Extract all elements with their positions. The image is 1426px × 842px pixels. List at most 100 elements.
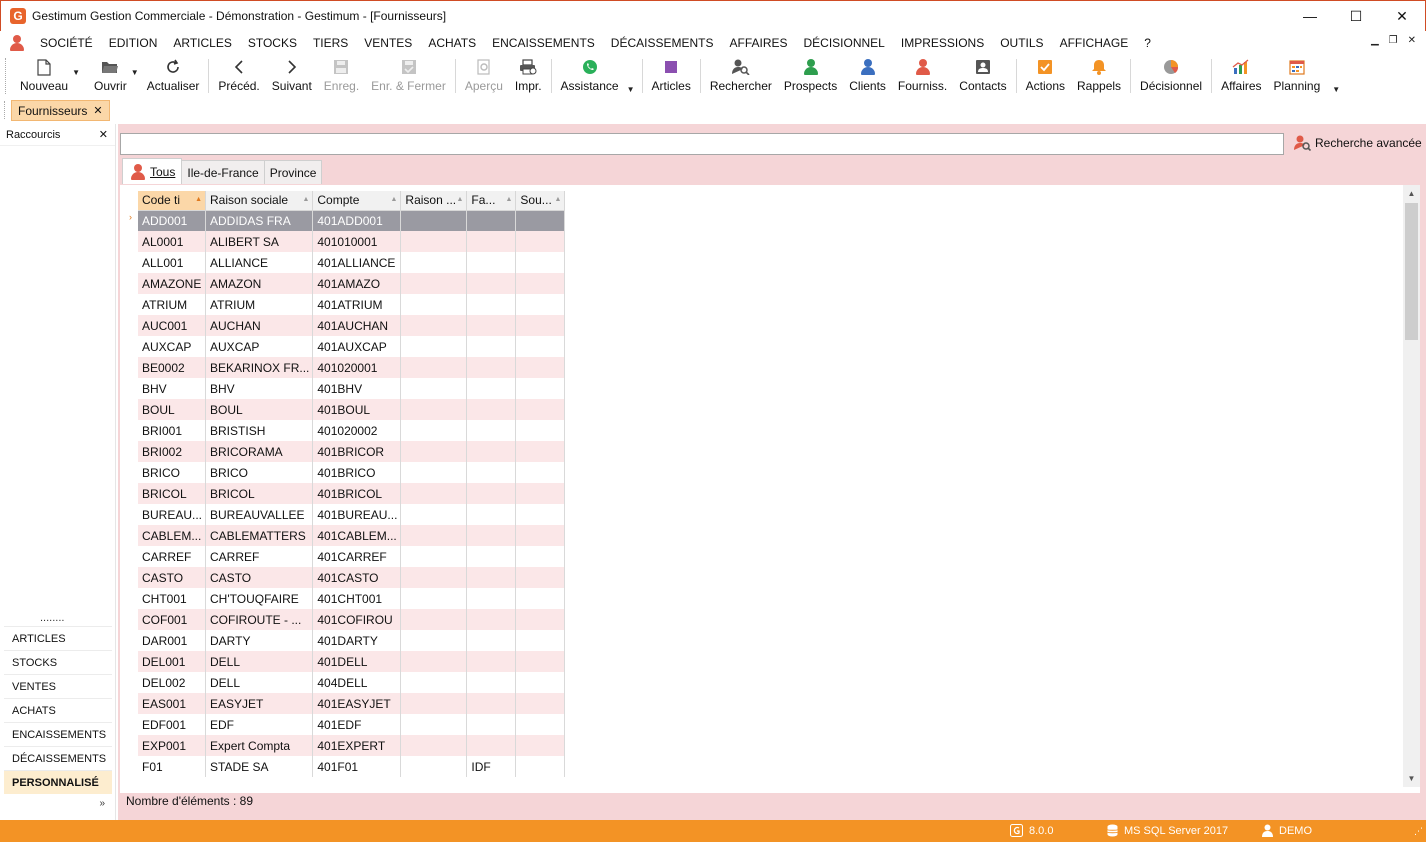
mdi-restore-button[interactable]: ❐ <box>1389 35 1398 46</box>
tab-ile-de-france[interactable]: Ile-de-France <box>181 160 265 184</box>
table-row[interactable]: AUC001 AUCHAN 401AUCHAN <box>138 315 566 336</box>
menu-decaissements[interactable]: DÉCAISSEMENTS <box>603 36 722 50</box>
table-row[interactable]: CABLEM... CABLEMATTERS 401CABLEM... <box>138 525 566 546</box>
assistance-button[interactable]: Assistance <box>555 55 625 95</box>
sidebar-expand-icon[interactable]: » <box>99 798 105 809</box>
table-row[interactable]: BE0002 BEKARINOX FR... 401020001 <box>138 357 566 378</box>
apercu-button[interactable]: Aperçu <box>459 55 509 95</box>
table-row[interactable]: EAS001 EASYJET 401EASYJET <box>138 693 566 714</box>
tab-tous[interactable]: Tous <box>122 158 183 184</box>
menu-ventes[interactable]: VENTES <box>356 36 420 50</box>
close-tab-icon[interactable]: ✕ <box>93 104 102 117</box>
fournisseurs-button[interactable]: Fourniss. <box>892 55 953 95</box>
table-row[interactable]: F01 STADE SA 401F01 IDF <box>138 756 566 777</box>
menu-decisionnel[interactable]: DÉCISIONNEL <box>796 36 893 50</box>
table-row[interactable]: CASTO CASTO 401CASTO <box>138 567 566 588</box>
ouvrir-button[interactable]: Ouvrir ▼ <box>88 55 139 95</box>
table-row[interactable]: DEL001 DELL 401DELL <box>138 651 566 672</box>
table-row[interactable]: ATRIUM ATRIUM 401ATRIUM <box>138 294 566 315</box>
prospects-button[interactable]: Prospects <box>778 55 843 95</box>
minimize-button[interactable]: — <box>1287 1 1333 31</box>
close-button[interactable]: ✕ <box>1379 1 1425 31</box>
column-header-raison-sociale[interactable]: Raison sociale ▲ <box>205 191 314 211</box>
decisionnel-button[interactable]: Décisionnel <box>1134 55 1208 95</box>
mdi-minimize-button[interactable]: ▁ <box>1371 35 1379 46</box>
sidebar-close-icon[interactable]: ✕ <box>99 128 108 141</box>
actions-button[interactable]: Actions <box>1020 55 1071 95</box>
enregistrer-fermer-button[interactable]: Enr. & Fermer <box>365 55 452 95</box>
toolbar-overflow-icon[interactable]: ▼ <box>627 85 635 94</box>
column-header-famille[interactable]: Fa... ▲ <box>466 191 517 211</box>
scroll-down-icon[interactable]: ▼ <box>1403 770 1420 787</box>
toolbar-grip[interactable] <box>5 58 10 94</box>
scroll-up-icon[interactable]: ▲ <box>1403 185 1420 202</box>
table-row[interactable]: ALL001 ALLIANCE 401ALLIANCE <box>138 252 566 273</box>
table-row[interactable]: BRICOL BRICOL 401BRICOL <box>138 483 566 504</box>
clients-button[interactable]: Clients <box>843 55 892 95</box>
suivant-button[interactable]: Suivant <box>266 55 318 95</box>
toolbar-overflow-icon[interactable]: ▼ <box>1332 85 1340 94</box>
sidebar-item-decaissements[interactable]: DÉCAISSEMENTS <box>4 746 112 770</box>
imprimer-button[interactable]: Impr. <box>509 55 548 95</box>
table-row[interactable]: EDF001 EDF 401EDF <box>138 714 566 735</box>
affaires-button[interactable]: Affaires <box>1215 55 1267 95</box>
column-header-compte[interactable]: Compte ▲ <box>312 191 402 211</box>
table-row[interactable]: CARREF CARREF 401CARREF <box>138 546 566 567</box>
tab-province[interactable]: Province <box>263 160 323 184</box>
maximize-button[interactable]: ☐ <box>1333 1 1379 31</box>
sidebar-item-articles[interactable]: ARTICLES <box>4 626 112 650</box>
table-row[interactable]: BRI001 BRISTISH 401020002 <box>138 420 566 441</box>
table-row[interactable]: BRI002 BRICORAMA 401BRICOR <box>138 441 566 462</box>
table-row[interactable]: DEL002 DELL 404DELL <box>138 672 566 693</box>
table-row[interactable]: COF001 COFIROUTE - ... 401COFIROU <box>138 609 566 630</box>
table-row[interactable]: ADD001 ADDIDAS FRA 401ADD001 <box>138 210 566 231</box>
sidebar-splitter[interactable]: ........ <box>40 612 64 624</box>
menu-articles[interactable]: ARTICLES <box>165 36 239 50</box>
rappels-button[interactable]: Rappels <box>1071 55 1127 95</box>
table-row[interactable]: AMAZONE AMAZON 401AMAZO <box>138 273 566 294</box>
sidebar-item-stocks[interactable]: STOCKS <box>4 650 112 674</box>
actualiser-button[interactable]: Actualiser <box>141 55 206 95</box>
table-row[interactable]: CHT001 CH'TOUQFAIRE 401CHT001 <box>138 588 566 609</box>
contacts-button[interactable]: Contacts <box>953 55 1012 95</box>
resize-grip-icon[interactable]: ⋰ <box>1414 826 1423 837</box>
chevron-down-icon[interactable]: ▼ <box>131 68 139 77</box>
advanced-search-button[interactable]: Recherche avancée <box>1294 135 1422 152</box>
menu-tiers[interactable]: TIERS <box>305 36 356 50</box>
menu-achats[interactable]: ACHATS <box>420 36 484 50</box>
column-header-sous-famille[interactable]: Sou... ▲ <box>515 191 566 211</box>
articles-button[interactable]: Articles <box>646 55 697 95</box>
sidebar-item-encaissements[interactable]: ENCAISSEMENTS <box>4 722 112 746</box>
menu-encaissements[interactable]: ENCAISSEMENTS <box>484 36 603 50</box>
planning-button[interactable]: Planning <box>1268 55 1327 95</box>
menu-outils[interactable]: OUTILS <box>992 36 1051 50</box>
tab-fournisseurs[interactable]: Fournisseurs ✕ <box>11 100 110 121</box>
enregistrer-button[interactable]: Enreg. <box>318 55 365 95</box>
table-row[interactable]: EXP001 Expert Compta 401EXPERT <box>138 735 566 756</box>
nouveau-button[interactable]: Nouveau ▼ <box>14 55 80 95</box>
sidebar-item-achats[interactable]: ACHATS <box>4 698 112 722</box>
user-icon[interactable] <box>10 35 24 51</box>
menu-impressions[interactable]: IMPRESSIONS <box>893 36 992 50</box>
rechercher-button[interactable]: Rechercher <box>704 55 778 95</box>
precedent-button[interactable]: Précéd. <box>212 55 265 95</box>
table-row[interactable]: AUXCAP AUXCAP 401AUXCAP <box>138 336 566 357</box>
sidebar-item-personnalise[interactable]: PERSONNALISÉ <box>4 770 112 794</box>
table-row[interactable]: BUREAU... BUREAUVALLEE 401BUREAU... <box>138 504 566 525</box>
column-header-raison[interactable]: Raison ... ▲ <box>400 191 468 211</box>
search-input[interactable] <box>120 133 1284 155</box>
table-row[interactable]: BHV BHV 401BHV <box>138 378 566 399</box>
menu-edition[interactable]: EDITION <box>101 36 166 50</box>
chevron-down-icon[interactable]: ▼ <box>72 68 80 77</box>
table-row[interactable]: BRICO BRICO 401BRICO <box>138 462 566 483</box>
scrollbar-thumb[interactable] <box>1405 203 1418 340</box>
table-row[interactable]: BOUL BOUL 401BOUL <box>138 399 566 420</box>
vertical-scrollbar[interactable]: ▲ ▼ <box>1403 185 1420 787</box>
menu-affaires[interactable]: AFFAIRES <box>721 36 795 50</box>
menu-help[interactable]: ? <box>1136 36 1159 50</box>
menu-affichage[interactable]: AFFICHAGE <box>1052 36 1137 50</box>
menu-stocks[interactable]: STOCKS <box>240 36 305 50</box>
table-row[interactable]: DAR001 DARTY 401DARTY <box>138 630 566 651</box>
sidebar-item-ventes[interactable]: VENTES <box>4 674 112 698</box>
menu-societe[interactable]: SOCIÉTÉ <box>32 36 101 50</box>
